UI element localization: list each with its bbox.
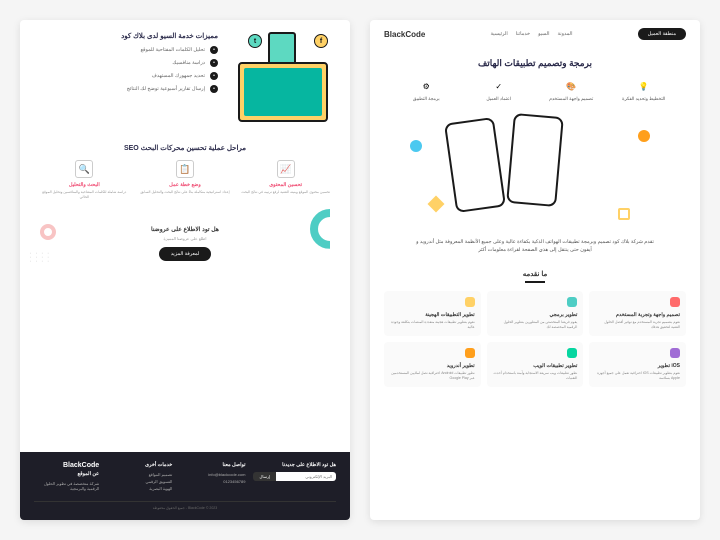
card-ux[interactable]: تصميم واجهة وتجربة المستخدمنقوم بتصميم ت… — [589, 291, 686, 336]
facebook-icon: f — [314, 34, 328, 48]
seo-title: مميزات خدمة السيو لدى بلاك كود — [32, 32, 218, 40]
gear-icon: ⚙ — [419, 79, 433, 93]
palette-icon: 🎨 — [564, 79, 578, 93]
bullet-icon: • — [210, 72, 218, 80]
android-icon — [465, 348, 475, 358]
hero-description: تقدم شركة بلاك كود تصميم وبرمجة تطبيقات … — [370, 238, 700, 254]
decor-circle-icon — [410, 140, 422, 152]
seo-illustration: t f — [228, 32, 338, 122]
footer-link[interactable]: تصميم المواقع — [107, 472, 172, 477]
page-mobile-apps: منطقة العميل المدونة السيو خدماتنا الرئي… — [370, 20, 700, 520]
hero-title: برمجة وتصميم تطبيقات الهاتف — [370, 58, 700, 69]
footer-logo[interactable]: BlackCode — [34, 462, 99, 469]
step-approval: ✓اعتماد العميل — [463, 79, 536, 102]
copyright: BlackCode © 2023 - جميع الحقوق محفوظة — [34, 501, 336, 510]
seo-item-keywords: •تحليل الكلمات المفتاحية للموقع — [32, 46, 218, 54]
stages-title: مراحل عملية تحسين محركات البحث SEO — [20, 144, 350, 152]
seo-item-reports: •إرسال تقارير أسبوعية توضح لك النتائج — [32, 85, 218, 93]
header: منطقة العميل المدونة السيو خدماتنا الرئي… — [370, 20, 700, 48]
chart-icon: 📈 — [277, 160, 295, 178]
phone-mockup-1 — [444, 117, 506, 213]
bullet-icon: • — [210, 85, 218, 93]
step-design: 🎨تصميم واجهة المستخدم — [535, 79, 608, 102]
process-steps: 💡التخطيط وتحديد الفكرة 🎨تصميم واجهة المس… — [370, 79, 700, 102]
card-ios[interactable]: iOS تطويرنقوم بتطوير تطبيقات iOS احترافي… — [589, 342, 686, 387]
clipboard-icon: 📋 — [176, 160, 194, 178]
phones-illustration — [390, 110, 680, 230]
footer: هل تود الاطلاع على جديدنا إرسال تواصل مع… — [20, 452, 350, 520]
code-icon — [567, 297, 577, 307]
web-icon — [567, 348, 577, 358]
nav-home[interactable]: الرئيسية — [491, 31, 508, 37]
phone-mockup-2 — [506, 113, 564, 207]
footer-link[interactable]: التسويق الرقمي — [107, 479, 172, 484]
card-android[interactable]: تطوير أندرويدنطور تطبيقات Android احتراف… — [384, 342, 481, 387]
footer-links: خدمات أخرى تصميم المواقع التسويق الرقمي … — [107, 462, 172, 493]
ux-icon — [670, 297, 680, 307]
card-hybrid[interactable]: تطوير التطبيقات الهجينةنقوم بتطوير تطبيق… — [384, 291, 481, 336]
seo-item-competitors: •دراسة منافسيك — [32, 59, 218, 67]
decor-ring-icon — [40, 224, 56, 240]
lightbulb-icon: 💡 — [637, 79, 651, 93]
learn-more-button[interactable]: لمعرفة المزيد — [159, 247, 212, 261]
seo-features: t f مميزات خدمة السيو لدى بلاك كود •تحلي… — [20, 20, 350, 134]
decor-cube-icon — [428, 196, 445, 213]
search-icon: 🔍 — [75, 160, 93, 178]
cta-subtitle: اطلع على عروضنا المميزة — [20, 236, 350, 241]
step-dev: ⚙برمجة التطبيق — [390, 79, 463, 102]
brand-logo[interactable]: BlackCode — [384, 30, 425, 39]
nav-services[interactable]: خدماتنا — [516, 31, 530, 37]
decor-box-icon — [618, 208, 630, 220]
tumblr-icon: t — [248, 34, 262, 48]
footer-link[interactable]: الهوية البصرية — [107, 486, 172, 491]
decor-ball-icon — [638, 130, 650, 142]
cta-question: هل تود الاطلاع على عروضنا — [20, 226, 350, 233]
seo-item-audience: •تحديد جمهورك المستهدف — [32, 72, 218, 80]
check-icon: ✓ — [492, 79, 506, 93]
page-seo: t f مميزات خدمة السيو لدى بلاك كود •تحلي… — [20, 20, 350, 520]
step-planning: 💡التخطيط وتحديد الفكرة — [608, 79, 681, 102]
apple-icon — [670, 348, 680, 358]
services-title: ما نقدمه — [370, 270, 700, 283]
laptop-icon — [238, 62, 328, 122]
nav-seo[interactable]: السيو — [538, 31, 549, 37]
seo-stages: 📈تحسين المحتوىتحسين محتوى الموقع وبنيته … — [20, 160, 350, 200]
client-area-button[interactable]: منطقة العميل — [638, 28, 686, 40]
services-grid: تصميم واجهة وتجربة المستخدمنقوم بتصميم ت… — [370, 291, 700, 387]
stage-research: 🔍البحث والتحليلدراسة شاملة للكلمات المفت… — [34, 160, 135, 200]
seo-feature-list: مميزات خدمة السيو لدى بلاك كود •تحليل ال… — [32, 32, 218, 122]
contact-email[interactable]: info@blackcode.com — [180, 472, 245, 477]
bullet-icon: • — [210, 59, 218, 67]
bullet-icon: • — [210, 46, 218, 54]
contact-phone[interactable]: 0123456789 — [180, 479, 245, 484]
stage-plan: 📋وضع خطة عملإعداد استراتيجية متكاملة بنا… — [135, 160, 236, 200]
stage-content: 📈تحسين المحتوىتحسين محتوى الموقع وبنيته … — [235, 160, 336, 200]
card-web[interactable]: تطوير تطبيقات الويبنطور تطبيقات ويب سريع… — [487, 342, 584, 387]
cta-section: • • • •• • • •• • • • هل تود الاطلاع على… — [20, 214, 350, 273]
newsletter-input[interactable] — [276, 472, 336, 481]
footer-newsletter: هل تود الاطلاع على جديدنا إرسال — [253, 462, 336, 493]
footer-about: BlackCode عن الموقع شركة متخصصة في تطوير… — [34, 462, 99, 493]
main-nav: المدونة السيو خدماتنا الرئيسية — [491, 31, 573, 37]
hybrid-icon — [465, 297, 475, 307]
footer-contact: تواصل معنا info@blackcode.com 0123456789 — [180, 462, 245, 493]
nav-blog[interactable]: المدونة — [558, 31, 573, 37]
card-dev[interactable]: تطوير برمجييقوم فريقنا المتخصص من المطور… — [487, 291, 584, 336]
newsletter-send-button[interactable]: إرسال — [253, 472, 276, 481]
decor-dots-icon: • • • •• • • •• • • • — [30, 251, 51, 263]
